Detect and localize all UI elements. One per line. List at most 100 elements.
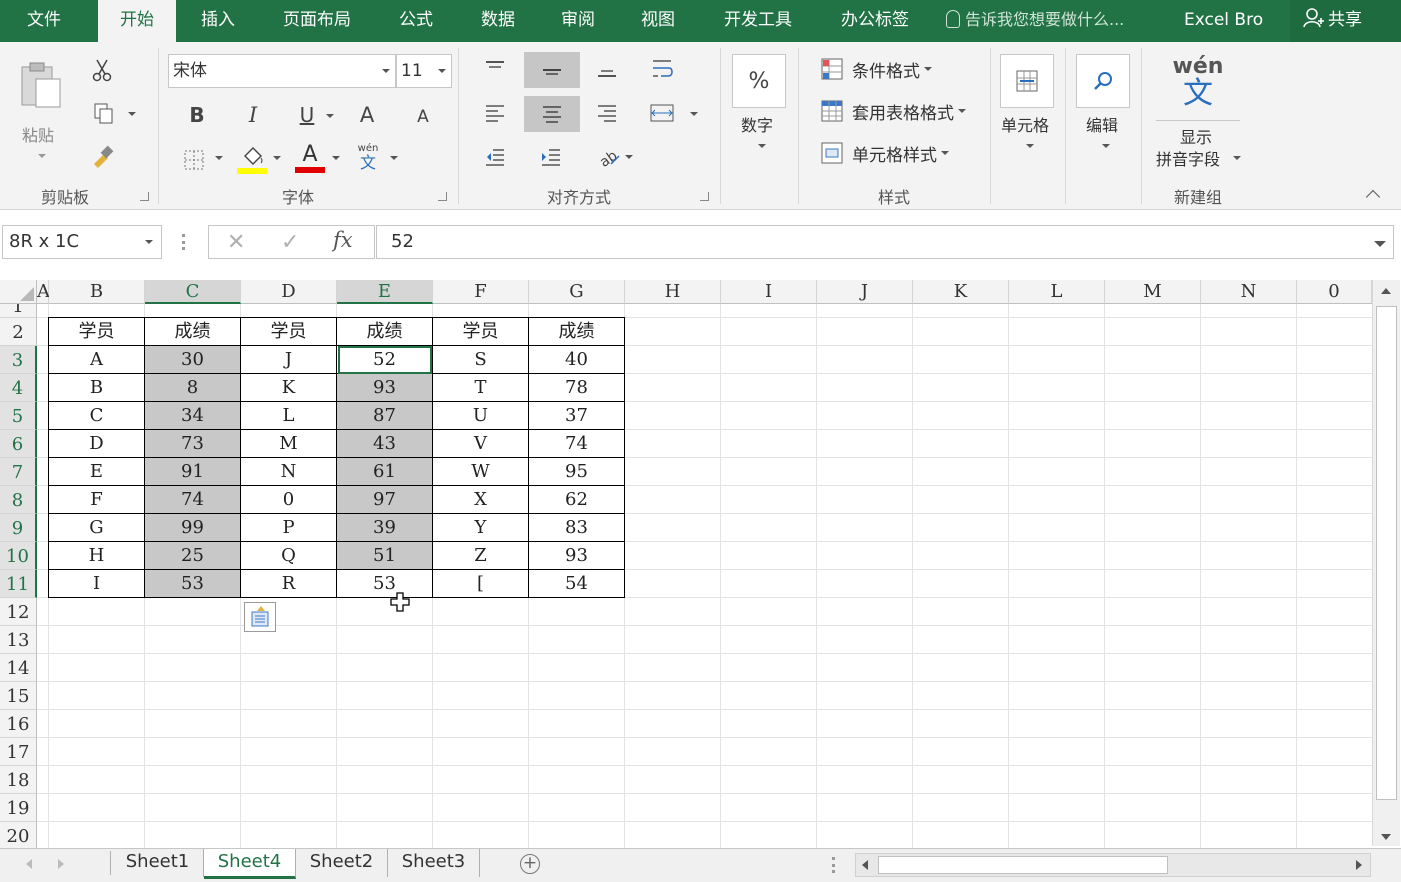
row-header-1[interactable]: 1 <box>0 304 37 318</box>
table-cell[interactable]: U <box>433 402 529 430</box>
row-header-7[interactable]: 7 <box>0 458 37 486</box>
row-header-16[interactable]: 16 <box>0 710 37 738</box>
table-cell[interactable]: 74 <box>529 430 625 458</box>
row-header-3[interactable]: 3 <box>0 346 37 374</box>
table-cell[interactable]: 0 <box>241 486 337 514</box>
prev-sheet-icon[interactable] <box>26 859 32 869</box>
column-header-c[interactable]: C <box>145 280 241 304</box>
table-cell[interactable]: 83 <box>529 514 625 542</box>
cells-button[interactable] <box>1000 54 1054 108</box>
row-header-9[interactable]: 9 <box>0 514 37 542</box>
grow-font-button[interactable]: A <box>352 100 382 130</box>
cut-button[interactable] <box>88 56 116 84</box>
row-header-6[interactable]: 6 <box>0 430 37 458</box>
table-cell[interactable]: Y <box>433 514 529 542</box>
column-header-d[interactable]: D <box>241 280 337 304</box>
row-header-4[interactable]: 4 <box>0 374 37 402</box>
borders-button[interactable] <box>180 146 208 174</box>
table-cell[interactable]: 78 <box>529 374 625 402</box>
row-header-13[interactable]: 13 <box>0 626 37 654</box>
table-cell[interactable]: 53 <box>145 570 241 598</box>
table-cell[interactable]: J <box>241 346 337 374</box>
expand-formula-icon[interactable] <box>1374 241 1386 247</box>
table-cell[interactable]: Q <box>241 542 337 570</box>
table-cell[interactable]: 37 <box>529 402 625 430</box>
align-right-button[interactable] <box>592 98 622 128</box>
column-header-o[interactable]: 0 <box>1297 280 1372 304</box>
column-header-k[interactable]: K <box>913 280 1009 304</box>
sheet-tab-sheet3[interactable]: Sheet3 <box>388 849 480 877</box>
sheet-tab-sheet1[interactable]: Sheet1 <box>112 849 204 877</box>
table-cell[interactable]: 99 <box>145 514 241 542</box>
merge-center-button[interactable] <box>646 98 678 128</box>
row-header-12[interactable]: 12 <box>0 598 37 626</box>
cancel-icon[interactable]: ✕ <box>227 230 245 255</box>
collapse-ribbon-icon[interactable] <box>1365 189 1381 205</box>
table-header-cell[interactable]: 成绩 <box>529 318 625 346</box>
align-top-button[interactable] <box>480 54 510 84</box>
table-cell[interactable]: 93 <box>337 374 433 402</box>
font-launcher-icon[interactable] <box>438 192 447 201</box>
increase-indent-button[interactable] <box>536 142 566 172</box>
table-header-cell[interactable]: 成绩 <box>145 318 241 346</box>
insert-function-icon[interactable]: fx <box>333 228 353 252</box>
column-header-g[interactable]: G <box>529 280 625 304</box>
row-header-20[interactable]: 20 <box>0 822 37 848</box>
enter-icon[interactable]: ✓ <box>281 230 299 255</box>
column-header-h[interactable]: H <box>625 280 721 304</box>
format-painter-button[interactable] <box>88 142 116 170</box>
tab-developer[interactable]: 开发工具 <box>708 0 808 42</box>
shrink-font-button[interactable]: A <box>410 102 436 132</box>
table-cell[interactable]: 25 <box>145 542 241 570</box>
table-cell[interactable]: S <box>433 346 529 374</box>
row-header-5[interactable]: 5 <box>0 402 37 430</box>
row-header-17[interactable]: 17 <box>0 738 37 766</box>
font-color-button[interactable]: A <box>294 142 326 174</box>
wrap-text-button[interactable] <box>648 54 678 84</box>
tab-page-layout[interactable]: 页面布局 <box>266 0 368 42</box>
vertical-scroll-thumb[interactable] <box>1376 306 1397 800</box>
orientation-button[interactable]: ab <box>594 142 636 172</box>
row-header-15[interactable]: 15 <box>0 682 37 710</box>
table-cell[interactable]: L <box>241 402 337 430</box>
row-header-18[interactable]: 18 <box>0 766 37 794</box>
row-header-19[interactable]: 19 <box>0 794 37 822</box>
clipboard-launcher-icon[interactable] <box>140 192 149 201</box>
sheet-tab-sheet4[interactable]: Sheet4 <box>204 849 296 879</box>
table-header-cell[interactable]: 学员 <box>241 318 337 346</box>
next-sheet-icon[interactable] <box>58 859 64 869</box>
font-name-combo[interactable]: 宋体 <box>168 54 396 88</box>
font-size-combo[interactable]: 11 <box>396 54 452 88</box>
underline-button[interactable]: U <box>294 100 320 130</box>
row-header-10[interactable]: 10 <box>0 542 37 570</box>
fill-color-button[interactable] <box>236 142 268 174</box>
align-middle-button[interactable] <box>524 52 580 88</box>
table-cell[interactable]: A <box>49 346 145 374</box>
table-cell[interactable]: H <box>49 542 145 570</box>
tab-insert[interactable]: 插入 <box>182 0 254 42</box>
table-cell[interactable]: D <box>49 430 145 458</box>
table-cell[interactable]: T <box>433 374 529 402</box>
table-cell[interactable]: R <box>241 570 337 598</box>
tab-file[interactable]: 文件 <box>0 0 88 42</box>
column-header-a[interactable]: A <box>37 280 50 304</box>
column-header-n[interactable]: N <box>1201 280 1297 304</box>
scroll-up-icon[interactable] <box>1381 288 1391 294</box>
scroll-left-icon[interactable] <box>862 860 868 870</box>
horizontal-scrollbar[interactable] <box>855 853 1371 877</box>
align-center-button[interactable] <box>524 96 580 132</box>
table-cell[interactable]: 87 <box>337 402 433 430</box>
table-header-cell[interactable]: 学员 <box>49 318 145 346</box>
table-header-cell[interactable]: 成绩 <box>337 318 433 346</box>
row-header-11[interactable]: 11 <box>0 570 37 598</box>
table-header-cell[interactable]: 学员 <box>433 318 529 346</box>
tab-formulas[interactable]: 公式 <box>380 0 452 42</box>
table-cell[interactable]: 91 <box>145 458 241 486</box>
row-header-8[interactable]: 8 <box>0 486 37 514</box>
table-cell[interactable]: [ <box>433 570 529 598</box>
share-button[interactable]: 共享 <box>1290 0 1401 42</box>
tab-review[interactable]: 审阅 <box>542 0 614 42</box>
align-left-button[interactable] <box>480 98 510 128</box>
table-cell[interactable]: P <box>241 514 337 542</box>
table-cell[interactable]: 53 <box>337 570 433 598</box>
